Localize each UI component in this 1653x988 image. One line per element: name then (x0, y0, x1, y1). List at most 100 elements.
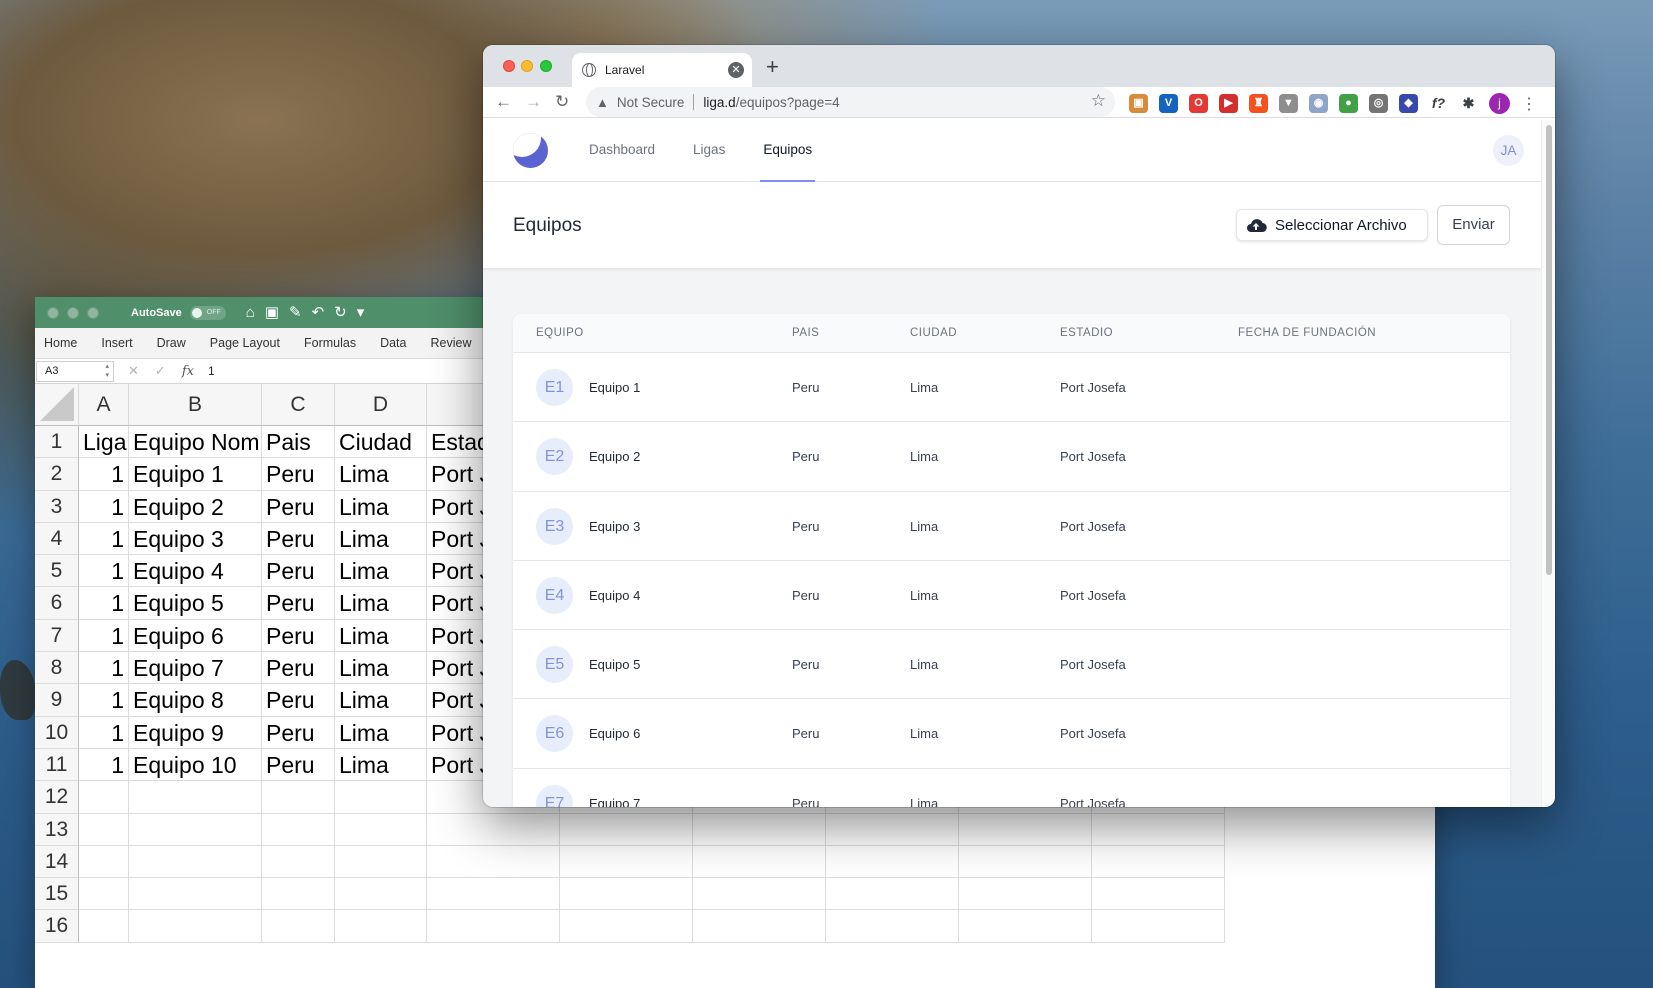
autosave-toggle[interactable]: OFF (189, 305, 226, 320)
redo-icon[interactable]: ↻ (334, 304, 347, 321)
spreadsheet-cell[interactable] (262, 813, 335, 846)
spreadsheet-cell[interactable] (959, 813, 1092, 846)
chrome-icon[interactable]: ● (1339, 94, 1358, 113)
box-icon[interactable]: ▣ (1129, 94, 1148, 113)
spreadsheet-cell[interactable] (427, 878, 560, 911)
nav-link-dashboard[interactable]: Dashboard (589, 120, 655, 182)
spreadsheet-cell[interactable]: Liga (79, 426, 129, 459)
spreadsheet-cell[interactable] (1092, 878, 1225, 911)
row-header[interactable]: 13 (35, 813, 79, 846)
row-header[interactable]: 12 (35, 781, 79, 814)
spreadsheet-cell[interactable] (129, 910, 262, 943)
spreadsheet-cell[interactable] (335, 910, 427, 943)
spreadsheet-cell[interactable] (560, 813, 693, 846)
spreadsheet-cell[interactable] (959, 910, 1092, 943)
row-header[interactable]: 4 (35, 522, 79, 556)
column-header-a[interactable]: A (79, 384, 129, 426)
excel-close-button[interactable] (47, 306, 59, 319)
spreadsheet-cell[interactable] (79, 878, 129, 911)
more-menu-icon[interactable]: ⋮ (1521, 94, 1537, 114)
ribbon-tab-formulas[interactable]: Formulas (304, 336, 356, 350)
save-icon[interactable]: ▣ (265, 304, 279, 321)
spreadsheet-cell[interactable] (335, 813, 427, 846)
spreadsheet-cell[interactable]: 1 (79, 490, 129, 523)
function-icon[interactable]: f? (1429, 94, 1448, 113)
customize-toolbar-icon[interactable]: ▾ (357, 304, 365, 321)
browser-tab[interactable]: Laravel ✕ (572, 53, 752, 87)
row-header[interactable]: 15 (35, 878, 79, 911)
undo-icon[interactable]: ↶ (312, 304, 325, 321)
ribbon-tab-home[interactable]: Home (44, 336, 77, 350)
scrollbar-thumb[interactable] (1546, 125, 1552, 575)
puzzle-icon[interactable]: ✱ (1459, 94, 1478, 113)
row-header[interactable]: 16 (35, 910, 79, 943)
row-header[interactable]: 5 (35, 555, 79, 588)
spreadsheet-cell[interactable] (262, 910, 335, 943)
spreadsheet-cell[interactable]: Lima (335, 684, 427, 717)
spreadsheet-cell[interactable] (129, 781, 262, 814)
row-header[interactable]: 10 (35, 716, 79, 749)
spreadsheet-cell[interactable]: 1 (79, 619, 129, 653)
spreadsheet-cell[interactable] (560, 845, 693, 879)
formula-input[interactable]: 1 (208, 364, 215, 378)
spreadsheet-cell[interactable]: Pais (262, 426, 335, 459)
spreadsheet-cell[interactable] (335, 845, 427, 879)
spreadsheet-cell[interactable] (826, 845, 959, 879)
ribbon-tab-review[interactable]: Review (430, 336, 471, 350)
ribbon-tab-insert[interactable]: Insert (101, 336, 132, 350)
eye-icon[interactable]: ◉ (1309, 94, 1328, 113)
spreadsheet-cell[interactable] (79, 813, 129, 846)
back-icon[interactable]: ← (495, 93, 525, 111)
spreadsheet-cell[interactable]: Peru (262, 716, 335, 749)
spreadsheet-cell[interactable] (427, 845, 560, 879)
row-header[interactable]: 7 (35, 619, 79, 653)
spreadsheet-cell[interactable]: Lima (335, 619, 427, 653)
spreadsheet-cell[interactable] (129, 813, 262, 846)
row-header[interactable]: 6 (35, 587, 79, 620)
opera-icon[interactable]: O (1189, 94, 1208, 113)
spreadsheet-cell[interactable]: 1 (79, 458, 129, 491)
spreadsheet-cell[interactable]: Peru (262, 652, 335, 685)
nav-link-equipos[interactable]: Equipos (760, 120, 816, 182)
select-all-corner[interactable] (35, 384, 79, 426)
spreadsheet-cell[interactable]: Lima (335, 555, 427, 588)
ribbon-tab-draw[interactable]: Draw (157, 336, 186, 350)
spreadsheet-cell[interactable] (560, 910, 693, 943)
spreadsheet-cell[interactable] (262, 845, 335, 879)
spreadsheet-cell[interactable]: 1 (79, 684, 129, 717)
spreadsheet-cell[interactable] (129, 845, 262, 879)
spreadsheet-cell[interactable]: Lima (335, 587, 427, 620)
bookmark-star-icon[interactable]: ☆ (1091, 92, 1106, 110)
row-header[interactable]: 1 (35, 426, 79, 459)
spreadsheet-cell[interactable]: Peru (262, 587, 335, 620)
row-header[interactable]: 9 (35, 684, 79, 717)
spreadsheet-cell[interactable] (262, 781, 335, 814)
spreadsheet-cell[interactable] (693, 910, 826, 943)
spreadsheet-cell[interactable]: 1 (79, 716, 129, 749)
row-header[interactable]: 3 (35, 490, 79, 523)
spreadsheet-cell[interactable] (693, 813, 826, 846)
row-header[interactable]: 2 (35, 458, 79, 491)
reload-icon[interactable]: ↻ (555, 93, 585, 111)
spreadsheet-cell[interactable]: Equipo 1 (129, 458, 262, 491)
page-scrollbar[interactable] (1541, 120, 1555, 807)
lighthouse-icon[interactable]: ♜ (1249, 94, 1268, 113)
spreadsheet-cell[interactable]: Equipo 3 (129, 522, 262, 556)
column-header-d[interactable]: D (335, 384, 427, 426)
column-header-c[interactable]: C (262, 384, 335, 426)
excel-zoom-button[interactable] (87, 306, 99, 319)
spreadsheet-cell[interactable] (826, 878, 959, 911)
spreadsheet-cell[interactable]: Equipo 5 (129, 587, 262, 620)
spreadsheet-cell[interactable]: Peru (262, 684, 335, 717)
excel-minimize-button[interactable] (67, 306, 79, 319)
column-header-b[interactable]: B (129, 384, 262, 426)
home-icon[interactable]: ⌂ (246, 304, 255, 321)
spreadsheet-cell[interactable]: Peru (262, 490, 335, 523)
user-avatar[interactable]: JA (1493, 135, 1524, 166)
spreadsheet-cell[interactable] (79, 910, 129, 943)
spreadsheet-cell[interactable]: 1 (79, 587, 129, 620)
nav-link-ligas[interactable]: Ligas (693, 120, 725, 182)
security-label[interactable]: Not Secure (617, 95, 685, 110)
spreadsheet-cell[interactable]: Lima (335, 490, 427, 523)
spreadsheet-cell[interactable]: Peru (262, 522, 335, 556)
